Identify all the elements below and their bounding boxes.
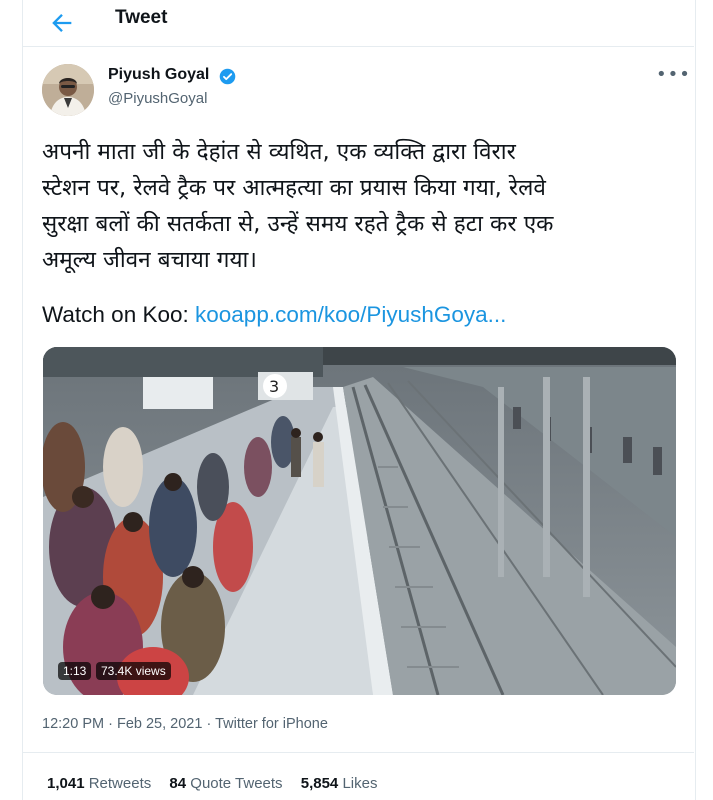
quote-tweets-stat[interactable]: 84 Quote Tweets [169, 775, 282, 792]
video-player[interactable]: 3 1:13 73.4K views [43, 347, 676, 695]
retweets-count: 1,041 [47, 775, 85, 792]
tweet-line: सुरक्षा बलों की सतर्कता से, उन्हें समय र… [42, 211, 554, 237]
author-handle[interactable]: @PiyushGoyal [108, 90, 207, 107]
quote-tweets-count: 84 [169, 775, 187, 792]
divider [22, 752, 694, 753]
avatar[interactable] [42, 64, 94, 116]
video-views: 73.4K views [96, 662, 171, 680]
tweet-text: अपनी माता जी के देहांत से व्यथित, एक व्य… [42, 134, 672, 278]
retweets-label: Retweets [88, 775, 152, 792]
quote-tweets-label: Quote Tweets [190, 775, 283, 792]
meta-separator: · [108, 716, 117, 732]
likes-stat[interactable]: 5,854 Likes [301, 775, 378, 792]
tweet-line: अमूल्य जीवन बचाया गया। [42, 247, 257, 273]
back-arrow-icon[interactable] [48, 9, 76, 37]
tweet-date[interactable]: Feb 25, 2021 [117, 716, 202, 732]
tweet-source[interactable]: Twitter for iPhone [215, 716, 328, 732]
page-title: Tweet [115, 7, 168, 28]
watch-prefix: Watch on Koo: [42, 302, 189, 327]
tweet-line: स्टेशन पर, रेलवे ट्रैक पर आत्महत्या का प… [42, 175, 546, 201]
meta-separator: · [206, 716, 216, 732]
video-duration: 1:13 [58, 662, 92, 680]
tweet-meta: 12:20 PM · Feb 25, 2021 · Twitter for iP… [42, 716, 328, 732]
verified-badge-icon [219, 68, 236, 85]
watch-line: Watch on Koo: kooapp.com/koo/PiyushGoya.… [42, 302, 506, 328]
tweet-line: अपनी माता जी के देहांत से व्यथित, एक व्य… [42, 139, 516, 165]
likes-count: 5,854 [300, 775, 339, 792]
likes-label: Likes [342, 775, 378, 792]
header-bar: Tweet [22, 0, 694, 47]
author-name[interactable]: Piyush Goyal [108, 66, 209, 84]
koo-link[interactable]: kooapp.com/koo/PiyushGoya... [195, 302, 506, 327]
retweets-stat[interactable]: 1,041 Retweets [47, 775, 151, 792]
platform-number: 3 [269, 377, 279, 396]
video-frame: 3 [43, 347, 676, 695]
more-options-icon[interactable]: ••• [656, 64, 691, 85]
engagement-stats: 1,041 Retweets 84 Quote Tweets 5,854 Lik… [47, 775, 391, 792]
tweet-time[interactable]: 12:20 PM [42, 716, 104, 732]
